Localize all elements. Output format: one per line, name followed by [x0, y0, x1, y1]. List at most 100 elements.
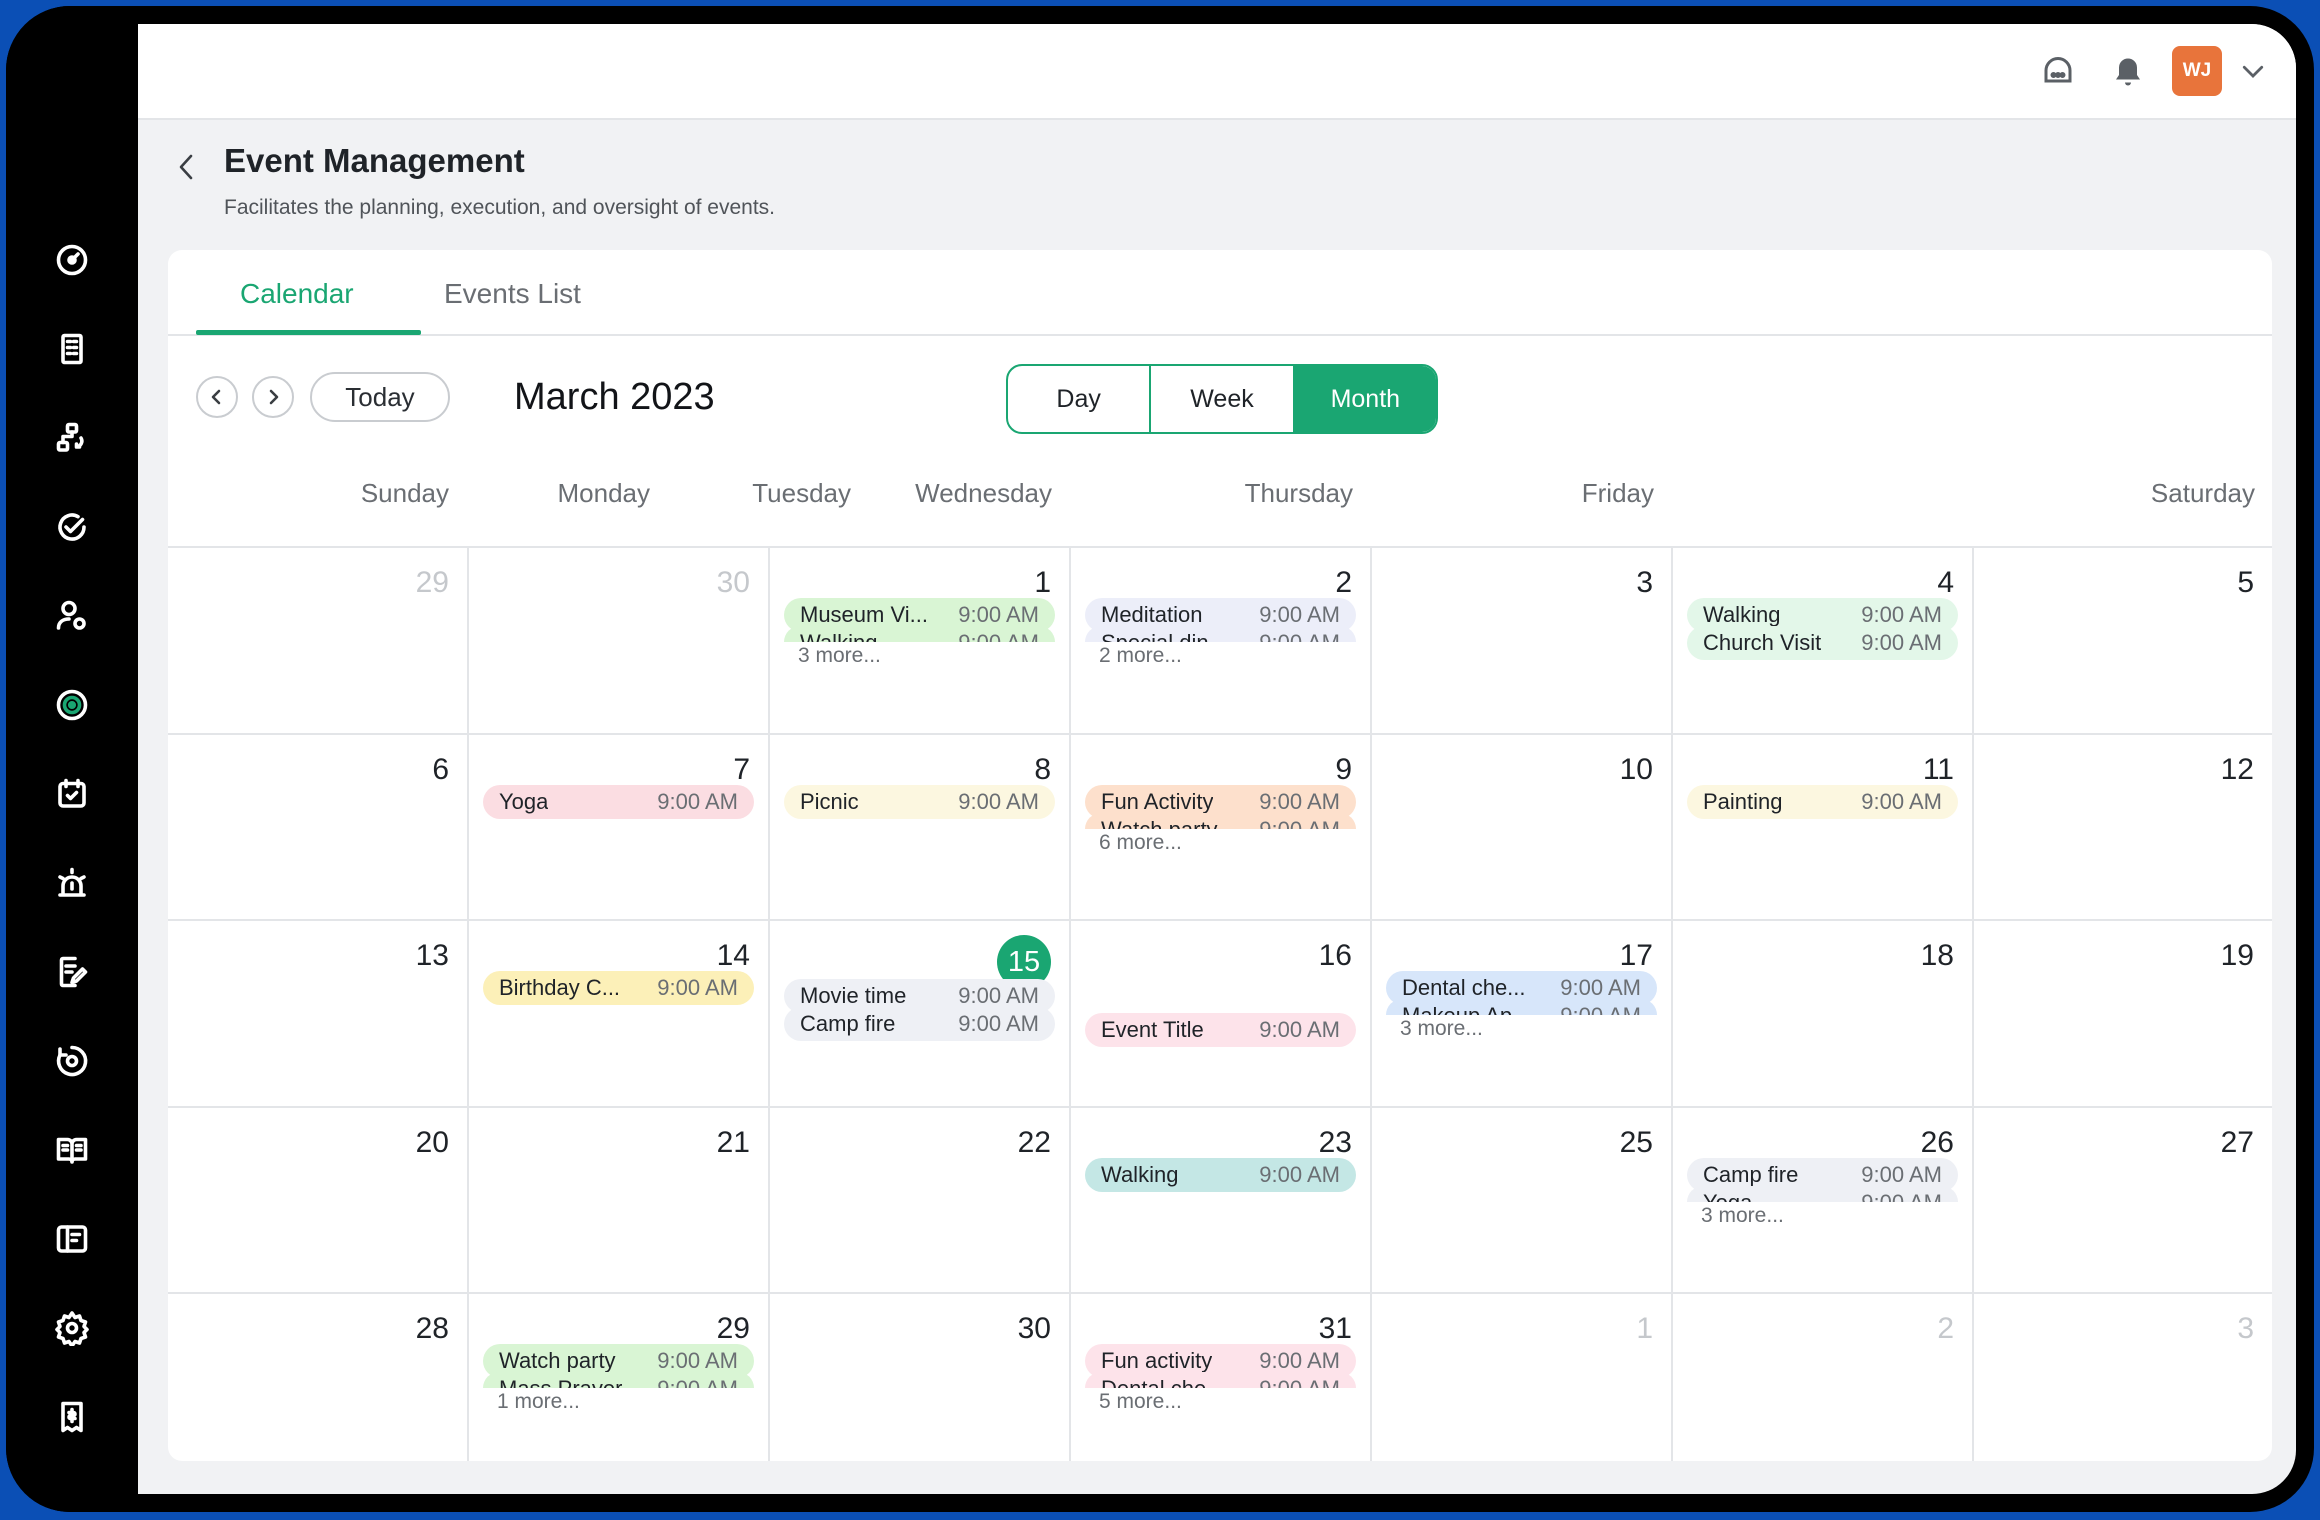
more-events-link[interactable]: 2 more... [1099, 644, 1182, 668]
month-grid: 29301Museum Vi...9:00 AMWalking9:00 AM3 … [168, 546, 2272, 1461]
event-name: Walking [1101, 1161, 1179, 1187]
event-pill[interactable]: Watch party 9:00 AM [1085, 812, 1356, 829]
day-cell[interactable]: 1 Museum Vi... 9:00 AM Walking 9:00 AM 3 more… [770, 546, 1071, 733]
chat-icon[interactable] [2038, 52, 2078, 92]
day-number: 23 [1318, 1125, 1352, 1159]
day-cell[interactable]: 6 [168, 732, 469, 920]
dashboard-icon[interactable] [52, 240, 92, 280]
day-cell[interactable]: 8 Picnic 9:00 AM [770, 732, 1071, 920]
tab-bar: Calendar Events List [168, 250, 2272, 336]
day-cell[interactable]: 25 [1372, 1105, 1673, 1293]
event-pill[interactable]: Painting 9:00 AM [1687, 784, 1958, 819]
event-name: Museum Vi... [800, 602, 928, 627]
event-pill[interactable]: Mass Prayer 9:00 AM [483, 1372, 754, 1389]
event-pill[interactable]: Walking 9:00 AM [784, 626, 1055, 642]
event-pill[interactable]: Birthday C... 9:00 AM [483, 971, 754, 1006]
event-pill[interactable]: Yoga 9:00 AM [483, 784, 754, 819]
receipt-icon[interactable] [52, 1397, 92, 1437]
chevron-down-icon[interactable] [2238, 56, 2268, 86]
day-cell[interactable]: 4 Walking 9:00 AM Church Visit 9:00 AM [1673, 546, 1974, 733]
event-time: 9:00 AM [1259, 788, 1340, 814]
event-pill[interactable]: Yoga 9:00 AM [1687, 1185, 1958, 1202]
more-events-link[interactable]: 5 more... [1099, 1390, 1182, 1414]
day-cell[interactable]: 20 [168, 1105, 469, 1293]
event-time: 9:00 AM [1259, 817, 1340, 829]
weekday-label: Monday [557, 478, 651, 508]
event-pill[interactable]: Walking 9:00 AM [1085, 1157, 1356, 1192]
day-cell[interactable]: 11 Painting 9:00 AM [1673, 732, 1974, 920]
target-icon[interactable] [52, 685, 92, 725]
day-cell[interactable]: 21 [469, 1105, 770, 1293]
today-button[interactable]: Today [310, 372, 450, 422]
day-cell[interactable]: 2 [1673, 1292, 1974, 1461]
day-cell[interactable]: 12 [1974, 732, 2272, 920]
day-number: 1 [1034, 566, 1051, 599]
tab-calendar[interactable]: Calendar [240, 278, 354, 310]
day-cell[interactable]: 22 [770, 1105, 1071, 1293]
day-cell[interactable]: 3 [1974, 1292, 2272, 1461]
view-week-button[interactable]: Week [1151, 366, 1295, 432]
event-pill[interactable]: Event Title 9:00 AM [1085, 1013, 1356, 1048]
event-pill[interactable]: Special din 9:00 AM [1085, 626, 1356, 642]
board-icon[interactable] [52, 1219, 92, 1259]
gear-icon[interactable] [52, 1308, 92, 1348]
book-icon[interactable] [52, 1130, 92, 1170]
event-name: Yoga [1703, 1190, 1752, 1202]
prev-month-button[interactable] [196, 376, 238, 418]
next-month-button[interactable] [252, 376, 294, 418]
day-cell[interactable]: 30 [770, 1292, 1071, 1461]
sidebar [6, 6, 138, 1512]
day-cell[interactable]: 17 Dental che... 9:00 AM Makeup Ap 9:00 AM 3 … [1372, 919, 1673, 1106]
day-cell[interactable]: 28 [168, 1292, 469, 1461]
day-cell[interactable]: 14 Birthday C... 9:00 AM [469, 919, 770, 1106]
view-month-button[interactable]: Month [1294, 366, 1436, 432]
document-edit-icon[interactable] [52, 952, 92, 992]
day-cell[interactable]: 31 Fun activity 9:00 AM Dental che 9:00 AM 5 … [1071, 1292, 1372, 1461]
day-cell[interactable]: 1 [1372, 1292, 1673, 1461]
more-events-link[interactable]: 3 more... [1701, 1204, 1784, 1228]
alarm-icon[interactable] [52, 863, 92, 903]
bell-icon[interactable] [2108, 52, 2148, 92]
day-cell[interactable]: 26 Camp fire 9:00 AM Yoga 9:00 AM 3 more... [1673, 1105, 1974, 1293]
event-time: 9:00 AM [1259, 1017, 1340, 1043]
calendar-check-icon[interactable] [52, 774, 92, 814]
view-day-button[interactable]: Day [1008, 366, 1152, 432]
day-cell[interactable]: 30 [469, 546, 770, 733]
day-cell[interactable]: 16 Event Title 9:00 AM [1071, 919, 1372, 1106]
day-cell[interactable]: 10 [1372, 732, 1673, 920]
event-name: Walking [800, 630, 877, 642]
avatar[interactable]: WJ [2172, 46, 2222, 96]
event-pill[interactable]: Dental che 9:00 AM [1085, 1372, 1356, 1389]
event-pill[interactable]: Camp fire 9:00 AM [784, 1007, 1055, 1042]
day-cell[interactable]: 29 [168, 546, 469, 733]
day-cell[interactable]: 2 Meditation 9:00 AM Special din 9:00 AM 2 mo… [1071, 546, 1372, 733]
day-cell[interactable]: 3 [1372, 546, 1673, 733]
more-events-link[interactable]: 1 more... [497, 1390, 580, 1414]
more-events-link[interactable]: 3 more... [798, 644, 881, 668]
day-cell[interactable]: 18 [1673, 919, 1974, 1106]
day-cell[interactable]: 29 Watch party 9:00 AM Mass Prayer 9:00 AM 1 … [469, 1292, 770, 1461]
back-arrow-icon[interactable] [174, 150, 200, 184]
day-cell[interactable]: 27 [1974, 1105, 2272, 1293]
more-events-link[interactable]: 3 more... [1400, 1017, 1483, 1041]
user-settings-icon[interactable] [52, 596, 92, 636]
day-cell[interactable]: 23 Walking 9:00 AM [1071, 1105, 1372, 1293]
day-cell[interactable]: 15 Movie time 9:00 AM Camp fire 9:00 AM [770, 919, 1071, 1106]
event-pill[interactable]: Makeup Ap 9:00 AM [1386, 999, 1657, 1016]
event-time: 9:00 AM [958, 983, 1039, 1009]
cycle-icon[interactable] [52, 1041, 92, 1081]
check-circle-icon[interactable] [52, 507, 92, 547]
day-cell[interactable]: 9 Fun Activity 9:00 AM Watch party 9:00 AM 6 … [1071, 732, 1372, 920]
day-cell[interactable]: 7 Yoga 9:00 AM [469, 732, 770, 920]
workflow-icon[interactable] [52, 418, 92, 458]
building-icon[interactable] [52, 329, 92, 369]
event-pill[interactable]: Picnic 9:00 AM [784, 784, 1055, 819]
more-events-link[interactable]: 6 more... [1099, 831, 1182, 855]
day-cell[interactable]: 13 [168, 919, 469, 1106]
day-number: 2 [1335, 566, 1352, 599]
event-time: 9:00 AM [958, 602, 1039, 627]
tab-events-list[interactable]: Events List [444, 278, 581, 310]
day-cell[interactable]: 19 [1974, 919, 2272, 1106]
day-cell[interactable]: 5 [1974, 546, 2272, 733]
event-pill[interactable]: Church Visit 9:00 AM [1687, 626, 1958, 660]
